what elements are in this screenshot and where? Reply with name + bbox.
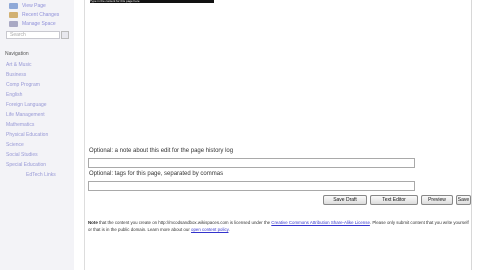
nav-item-foreign-language[interactable]: Foreign Language bbox=[6, 102, 47, 108]
nav-item-special-education[interactable]: Special Education bbox=[6, 162, 46, 168]
nav-item-edtech-links[interactable]: EdTech Links bbox=[26, 172, 56, 178]
nav-item-mathematics[interactable]: Mathematics bbox=[6, 122, 34, 128]
manage-icon bbox=[9, 21, 18, 27]
search-button[interactable] bbox=[61, 31, 69, 39]
nav-item-social-studies[interactable]: Social Studies bbox=[6, 152, 38, 158]
nav-item-comp-program[interactable]: Comp Program bbox=[6, 82, 40, 88]
editor-top-strip: Type in the content for this page here bbox=[90, 0, 214, 3]
license-notice: Note that the content you create on http… bbox=[88, 219, 472, 233]
license-link[interactable]: Creative Commons Attribution Share-Alike… bbox=[271, 220, 370, 225]
navigation-heading: Navigation bbox=[5, 51, 29, 57]
content-left-border bbox=[84, 0, 85, 270]
changes-icon bbox=[9, 12, 18, 18]
nav-item-life-management[interactable]: Life Management bbox=[6, 112, 45, 118]
save-draft-button[interactable]: Save Draft bbox=[323, 195, 367, 205]
notice-note-word: Note bbox=[88, 220, 98, 225]
nav-item-business[interactable]: Business bbox=[6, 72, 26, 78]
tags-input[interactable] bbox=[88, 181, 415, 191]
nav-item-science[interactable]: Science bbox=[6, 142, 24, 148]
recent-changes-link[interactable]: Recent Changes bbox=[22, 12, 59, 18]
save-button[interactable]: Save bbox=[456, 195, 471, 205]
edit-note-input[interactable] bbox=[88, 158, 415, 168]
edit-note-label: Optional: a note about this edit for the… bbox=[89, 148, 234, 154]
view-page-link[interactable]: View Page bbox=[22, 3, 46, 9]
search-input[interactable]: Search bbox=[6, 31, 60, 39]
nav-item-physical-education[interactable]: Physical Education bbox=[6, 132, 48, 138]
tags-label: Optional: tags for this page, separated … bbox=[89, 171, 224, 177]
page-icon bbox=[9, 3, 18, 9]
preview-button[interactable]: Preview bbox=[421, 195, 453, 205]
content-policy-link[interactable]: open content policy bbox=[191, 227, 229, 232]
notice-text-1: that the content you create on http://mc… bbox=[97, 220, 272, 225]
nav-item-english[interactable]: English bbox=[6, 92, 22, 98]
sidebar: View Page Recent Changes Manage Space Se… bbox=[0, 0, 74, 270]
notice-text-3: . bbox=[228, 227, 230, 232]
nav-item-art-music[interactable]: Art & Music bbox=[6, 62, 32, 68]
text-editor-button[interactable]: Text Editor bbox=[370, 195, 418, 205]
manage-space-link[interactable]: Manage Space bbox=[22, 21, 56, 27]
